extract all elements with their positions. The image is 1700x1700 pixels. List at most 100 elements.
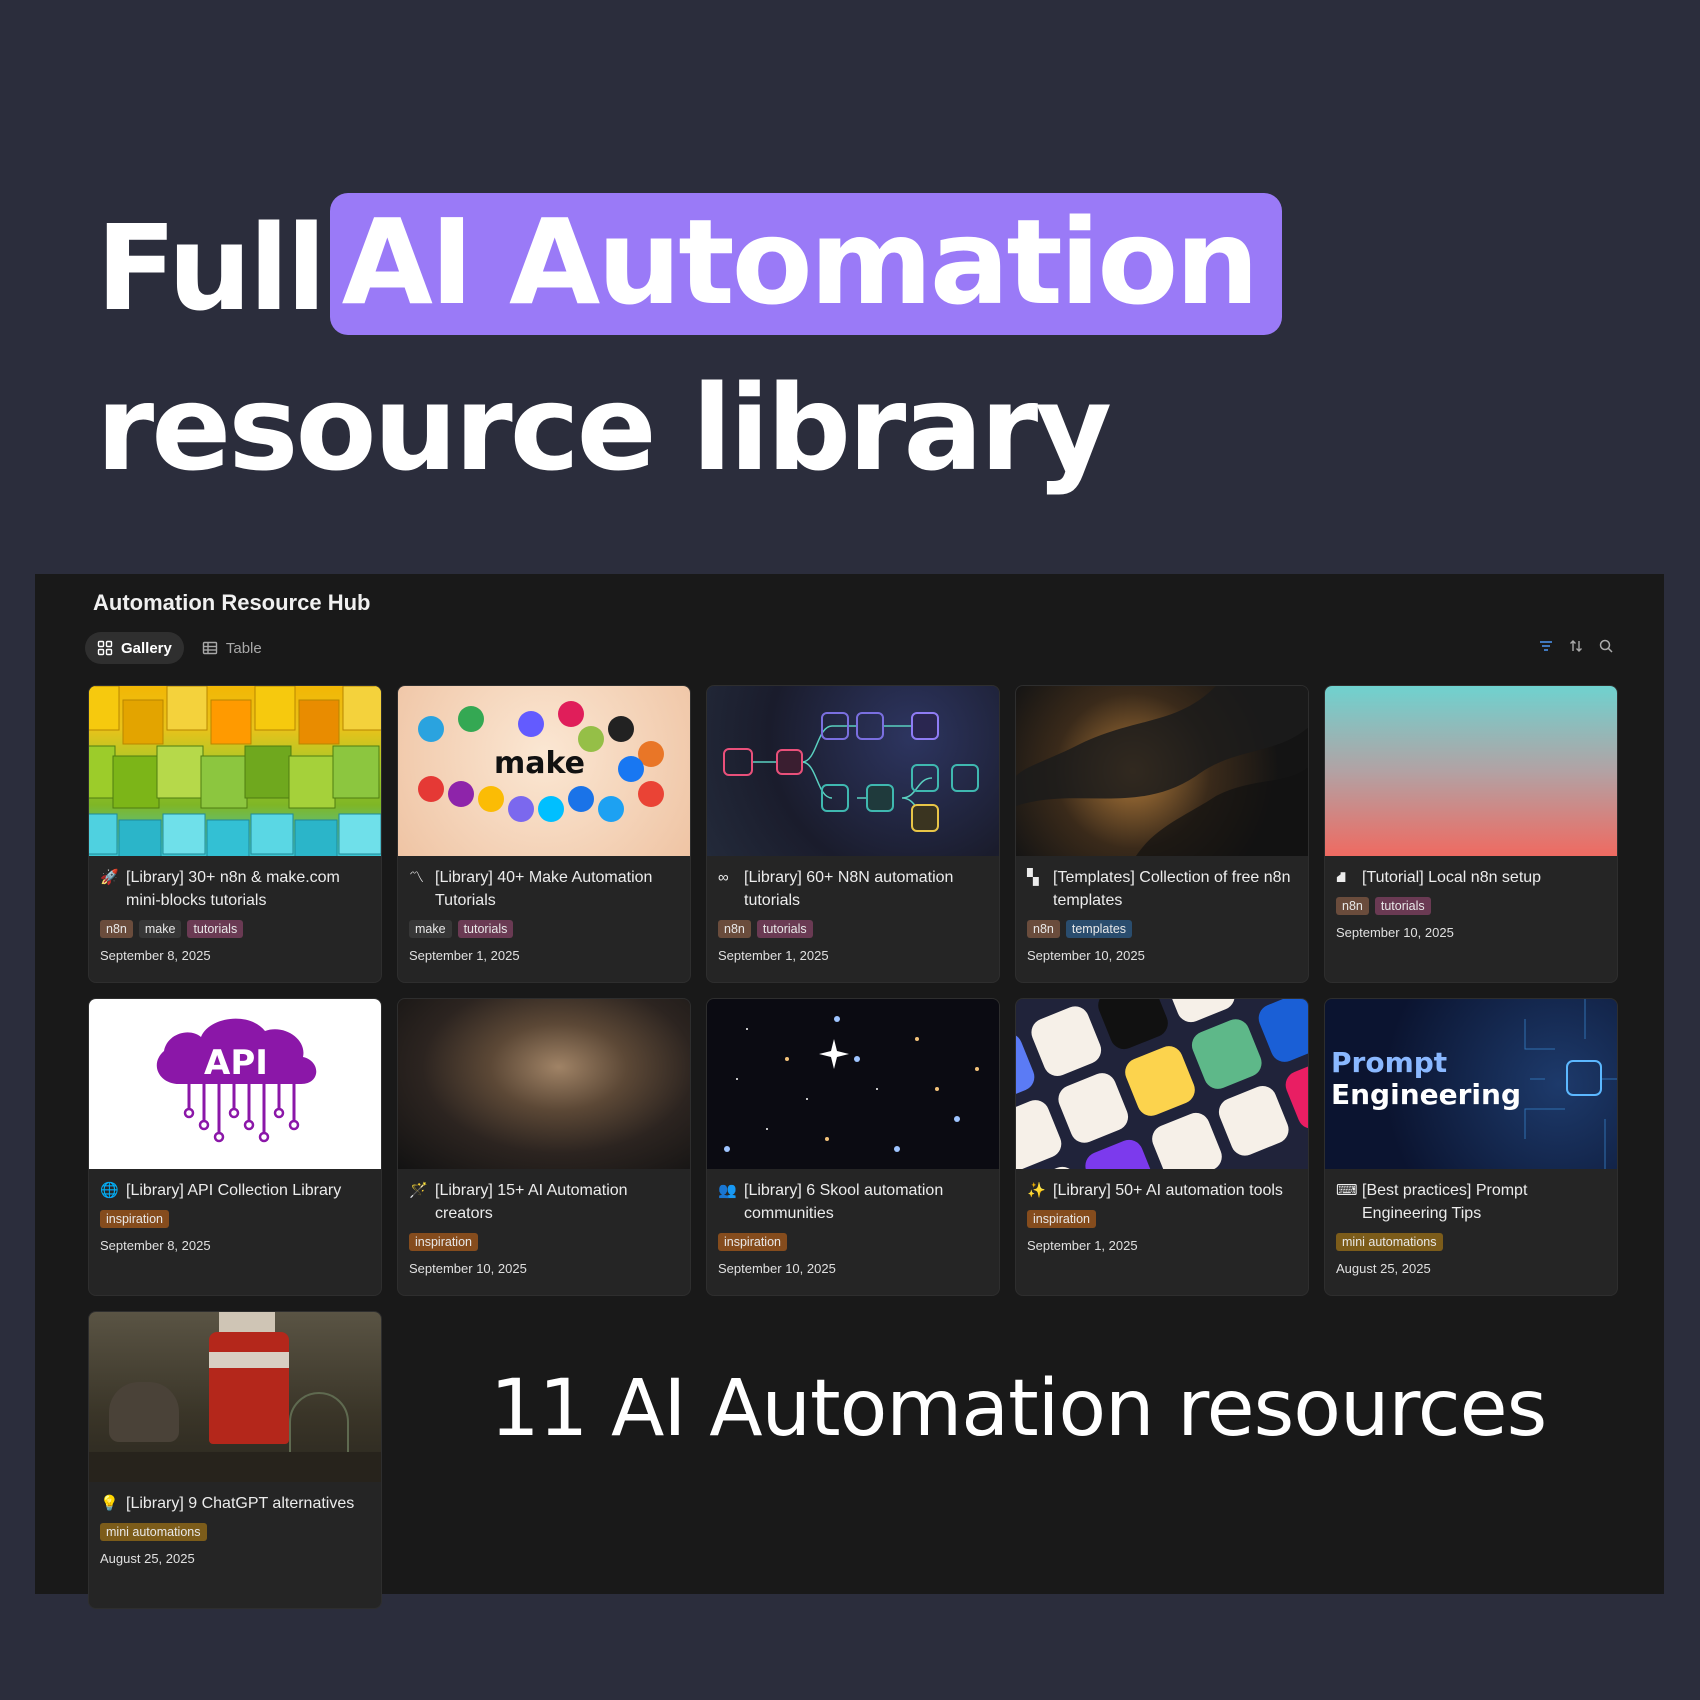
resource-card[interactable]: 👥 [Library] 6 Skool automation communiti…: [706, 998, 1000, 1296]
view-tabs: Gallery Table: [85, 632, 274, 664]
card-title: [Library] 60+ N8N automation tutorials: [744, 869, 954, 909]
card-icon: 💡: [100, 1495, 119, 1512]
card-date: September 8, 2025: [100, 1238, 211, 1253]
resource-card[interactable]: ✨ [Library] 50+ AI automation tools insp…: [1015, 998, 1309, 1296]
card-title: [Templates] Collection of free n8n templ…: [1053, 869, 1291, 909]
resource-card[interactable]: ⛘ [Tutorial] Local n8n setup n8n tutorial…: [1324, 685, 1618, 983]
headline-line-1: Full AI Automation: [96, 188, 1283, 348]
filter-icon[interactable]: [1538, 638, 1554, 654]
card-title: [Best practices] Prompt Engineering Tips: [1362, 1182, 1528, 1222]
tag-tutorials: tutorials: [756, 920, 813, 938]
card-date: August 25, 2025: [100, 1551, 195, 1566]
card-tags: n8n templates: [1027, 920, 1297, 938]
page-title: Automation Resource Hub: [93, 590, 371, 615]
headline-prefix: Full: [96, 199, 327, 337]
card-date: September 10, 2025: [1336, 925, 1454, 940]
tag-inspiration: inspiration: [409, 1233, 478, 1251]
headline-line-2: resource library: [96, 359, 1112, 497]
resource-card[interactable]: 🪄 [Library] 15+ AI Automation creators i…: [397, 998, 691, 1296]
toolbar: [1538, 638, 1614, 654]
card-icon: ✨: [1027, 1182, 1046, 1199]
card-cover-make-logos: make: [398, 686, 690, 856]
card-title: [Library] 30+ n8n & make.com mini-blocks…: [126, 869, 340, 909]
app-window: Automation Resource Hub Gallery Table 🚀 …: [35, 574, 1664, 1609]
card-date: September 1, 2025: [718, 948, 829, 963]
card-cover-app-icons: [1016, 999, 1308, 1169]
card-tags: inspiration: [100, 1210, 370, 1228]
card-cover-workflow-nodes: [707, 686, 999, 856]
card-tags: n8n tutorials: [1336, 897, 1606, 915]
tag-tutorials: tutorials: [1374, 897, 1431, 915]
tab-table[interactable]: Table: [190, 632, 274, 664]
tag-tutorials: tutorials: [187, 920, 244, 938]
card-date: September 1, 2025: [1027, 1238, 1138, 1253]
card-title: [Library] 15+ AI Automation creators: [435, 1182, 628, 1222]
card-icon: 🪄: [409, 1182, 428, 1199]
resource-card[interactable]: ▚ [Templates] Collection of free n8n tem…: [1015, 685, 1309, 983]
headline-highlight: AI Automation: [329, 193, 1283, 335]
summary-text: 11 AI Automation resources: [490, 1364, 1547, 1454]
tag-make: make: [409, 920, 452, 938]
cover-api-text: API: [204, 1043, 268, 1083]
card-title: [Library] 50+ AI automation tools: [1053, 1182, 1283, 1199]
card-icon: ⌨: [1336, 1182, 1358, 1199]
headline: Full AI Automation resource library: [96, 188, 1283, 508]
card-tags: make tutorials: [409, 920, 679, 938]
card-tags: inspiration: [1027, 1210, 1297, 1228]
tab-table-label: Table: [225, 639, 262, 657]
card-date: September 8, 2025: [100, 948, 211, 963]
table-icon: [202, 641, 218, 655]
card-tags: inspiration: [718, 1233, 988, 1251]
card-title: [Library] 9 ChatGPT alternatives: [126, 1495, 355, 1512]
card-title: [Library] 6 Skool automation communities: [744, 1182, 944, 1222]
card-date: September 1, 2025: [409, 948, 520, 963]
card-cover-gradient: [1325, 686, 1617, 856]
resource-card[interactable]: API 🌐 [Library] API Collection Library i…: [88, 998, 382, 1296]
tag-mini: mini automations: [100, 1523, 207, 1541]
tab-gallery[interactable]: Gallery: [85, 632, 184, 664]
tag-n8n: n8n: [1336, 897, 1369, 915]
card-icon: ▚: [1027, 869, 1039, 886]
card-cover-galaxies: [707, 999, 999, 1169]
gallery-icon: [97, 640, 113, 656]
cover-make-text: make: [494, 746, 585, 781]
resource-card[interactable]: make 〽 [Library] 40+ Make Automation Tut…: [397, 685, 691, 983]
resource-card[interactable]: Prompt Engineering ⌨ [Best practices] Pro…: [1324, 998, 1618, 1296]
card-cover-prompt-engineering: Prompt Engineering: [1325, 999, 1617, 1169]
tag-inspiration: inspiration: [1027, 1210, 1096, 1228]
card-icon: ⛘: [1336, 869, 1347, 886]
resource-card[interactable]: 💡 [Library] 9 ChatGPT alternatives mini …: [88, 1311, 382, 1609]
card-tags: mini automations: [1336, 1233, 1606, 1251]
resource-card[interactable]: ∞ [Library] 60+ N8N automation tutorials…: [706, 685, 1000, 983]
card-icon: 👥: [718, 1182, 737, 1199]
tag-inspiration: inspiration: [718, 1233, 787, 1251]
card-tags: inspiration: [409, 1233, 679, 1251]
tag-templates: templates: [1065, 920, 1133, 938]
tag-n8n: n8n: [718, 920, 751, 938]
resource-card[interactable]: 🚀 [Library] 30+ n8n & make.com mini-bloc…: [88, 685, 382, 983]
card-cover-lego-blocks: [89, 686, 381, 856]
card-date: August 25, 2025: [1336, 1261, 1431, 1276]
card-tags: mini automations: [100, 1523, 370, 1541]
card-title: [Library] API Collection Library: [126, 1182, 342, 1199]
card-cover-api-cloud: API: [89, 999, 381, 1169]
card-title: [Library] 40+ Make Automation Tutorials: [435, 869, 653, 909]
tag-n8n: n8n: [100, 920, 133, 938]
tag-make: make: [138, 920, 182, 938]
card-tags: n8n make tutorials: [100, 920, 370, 938]
card-cover-nebula: [398, 999, 690, 1169]
tag-mini: mini automations: [1336, 1233, 1443, 1251]
gallery-grid: 🚀 [Library] 30+ n8n & make.com mini-bloc…: [88, 685, 1618, 1609]
tag-n8n: n8n: [1027, 920, 1060, 938]
card-icon: 🌐: [100, 1182, 119, 1199]
sort-icon[interactable]: [1568, 638, 1584, 654]
tab-gallery-label: Gallery: [121, 639, 172, 657]
card-title: [Tutorial] Local n8n setup: [1362, 869, 1542, 886]
card-date: September 10, 2025: [409, 1261, 527, 1276]
tag-tutorials: tutorials: [457, 920, 514, 938]
search-icon[interactable]: [1598, 638, 1614, 654]
cover-prompt-text: Prompt Engineering: [1331, 1046, 1521, 1111]
card-date: September 10, 2025: [1027, 948, 1145, 963]
card-tags: n8n tutorials: [718, 920, 988, 938]
tag-inspiration: inspiration: [100, 1210, 169, 1228]
